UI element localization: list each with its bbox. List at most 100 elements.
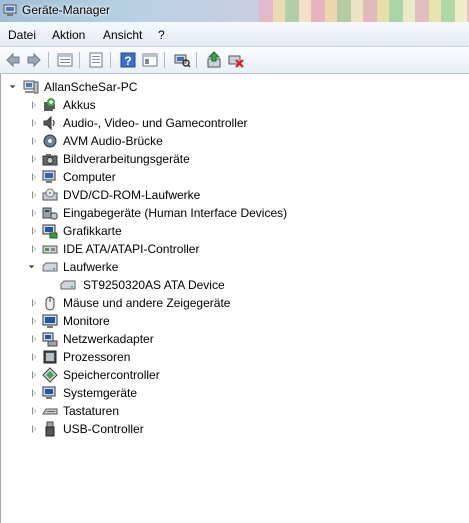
expand-icon[interactable] [32, 299, 36, 307]
tree-category-audio[interactable]: Audio-, Video- und Gamecontroller [30, 114, 430, 132]
tree-category-akkus[interactable]: Akkus [30, 96, 430, 114]
tree-category-label: Netzwerkadapter [63, 332, 154, 346]
svg-text:?: ? [124, 54, 131, 68]
tree-category-graphics[interactable]: Grafikkarte [30, 222, 430, 240]
speaker-icon [43, 115, 55, 131]
tree-category-monitors[interactable]: Monitore [30, 312, 430, 330]
expand-icon[interactable] [32, 407, 36, 415]
tree-category-label: Prozessoren [63, 350, 131, 364]
tree-category-dvd[interactable]: DVD/CD-ROM-Laufwerke [30, 186, 430, 204]
tree-category-avm-audio[interactable]: AVM Audio-Brücke [30, 132, 430, 150]
toolbar-separator [110, 52, 111, 68]
forward-icon[interactable] [25, 51, 43, 69]
properties-icon[interactable] [87, 51, 105, 69]
expand-icon[interactable] [32, 173, 36, 181]
tree-device-label: ST9250320AS ATA Device [83, 278, 225, 292]
tree-device-st9250320as[interactable]: ST9250320AS ATA Device [48, 276, 428, 294]
monitor-icon [42, 314, 58, 328]
uninstall-icon[interactable] [227, 51, 245, 69]
tree-category-imaging[interactable]: Bildverarbeitungsgeräte [30, 150, 430, 168]
expand-icon[interactable] [32, 227, 36, 235]
processor-icon [43, 350, 57, 364]
view-icon[interactable] [141, 51, 159, 69]
menu-aktion[interactable]: Aktion [52, 28, 85, 42]
tree-category-label: DVD/CD-ROM-Laufwerke [63, 188, 201, 202]
device-manager-icon [3, 4, 17, 16]
menu-datei[interactable]: Datei [8, 28, 36, 42]
expand-icon[interactable] [32, 389, 36, 397]
update-driver-icon[interactable] [205, 51, 223, 69]
collapse-icon[interactable] [28, 259, 38, 269]
tree-category-laufwerke[interactable]: Laufwerke [28, 258, 430, 276]
tree-category-label: AVM Audio-Brücke [63, 134, 163, 148]
expand-icon[interactable] [32, 137, 36, 145]
system-devices-icon [42, 386, 56, 399]
tree-category-label: Eingabegeräte (Human Interface Devices) [63, 206, 288, 220]
expand-icon[interactable] [32, 317, 36, 325]
tree-category-label: USB-Controller [63, 422, 144, 436]
menu-ansicht[interactable]: Ansicht [103, 28, 142, 42]
camera-icon [42, 154, 58, 166]
toolbar-separator [48, 52, 49, 68]
computer-icon [42, 170, 56, 183]
tree-category-label: Tastaturen [63, 404, 120, 418]
usb-icon [45, 421, 55, 437]
expand-icon[interactable] [32, 335, 36, 343]
window-title: Geräte-Manager [22, 3, 111, 17]
expand-icon[interactable] [32, 371, 36, 379]
tree-category-label: Akkus [63, 98, 96, 112]
expand-icon[interactable] [32, 209, 36, 217]
tree-category-computer[interactable]: Computer [30, 168, 430, 186]
tree-category-keyboards[interactable]: Tastaturen [30, 402, 430, 420]
dvd-icon [42, 188, 58, 201]
tree-category-usb[interactable]: USB-Controller [30, 420, 430, 438]
tree-category-network[interactable]: Netzwerkadapter [30, 330, 430, 348]
network-icon [42, 332, 58, 347]
drive-icon [42, 262, 58, 272]
tree-root-label: AllanScheSar-PC [44, 80, 138, 94]
tree-category-label: Laufwerke [63, 260, 119, 274]
help-icon[interactable]: ? [119, 51, 137, 69]
back-icon[interactable] [4, 51, 22, 69]
collapse-icon[interactable] [9, 79, 19, 89]
tree-category-label: Systemgeräte [63, 386, 138, 400]
expand-icon[interactable] [32, 101, 36, 109]
hid-icon [42, 207, 58, 220]
expand-icon[interactable] [32, 191, 36, 199]
menu-help[interactable]: ? [158, 28, 165, 42]
device-tree: AllanScheSar-PC Akkus Audio-, Video- und… [0, 74, 469, 523]
up-icon[interactable] [56, 51, 74, 69]
expand-icon[interactable] [32, 425, 36, 433]
tree-category-label: Grafikkarte [63, 224, 122, 238]
mouse-icon [45, 296, 55, 311]
ide-controller-icon [42, 245, 58, 254]
tree-category-system-devices[interactable]: Systemgeräte [30, 384, 430, 402]
tree-category-mice[interactable]: Mäuse und andere Zeigegeräte [30, 294, 430, 312]
computer-icon [23, 80, 39, 94]
tree-category-label: Mäuse und andere Zeigegeräte [63, 296, 231, 310]
tree-category-label: Bildverarbeitungsgeräte [63, 152, 190, 166]
toolbar-separator [196, 52, 197, 68]
scan-hardware-icon[interactable] [173, 51, 191, 69]
tree-category-hid[interactable]: Eingabegeräte (Human Interface Devices) [30, 204, 430, 222]
graphics-card-icon [42, 224, 58, 239]
tree-category-label: Monitore [63, 314, 110, 328]
battery-icon [44, 98, 55, 111]
expand-icon[interactable] [32, 245, 36, 253]
keyboard-icon [42, 408, 58, 415]
tree-category-label: Audio-, Video- und Gamecontroller [63, 116, 248, 130]
expand-icon[interactable] [32, 353, 36, 361]
tree-category-processors[interactable]: Prozessoren [30, 348, 430, 366]
tree-category-storage-controllers[interactable]: Speichercontroller [30, 366, 430, 384]
tree-root[interactable]: AllanScheSar-PC [9, 78, 210, 96]
expand-icon[interactable] [32, 119, 36, 127]
storage-controller-icon [42, 367, 58, 383]
toolbar-separator [79, 52, 80, 68]
tree-category-ide[interactable]: IDE ATA/ATAPI-Controller [30, 240, 430, 258]
toolbar-separator [164, 52, 165, 68]
title-bar[interactable]: Geräte-Manager [0, 0, 469, 22]
title-bar-decoration [259, 0, 469, 22]
drive-icon [60, 280, 76, 290]
tree-category-label: Speichercontroller [63, 368, 160, 382]
expand-icon[interactable] [32, 155, 36, 163]
